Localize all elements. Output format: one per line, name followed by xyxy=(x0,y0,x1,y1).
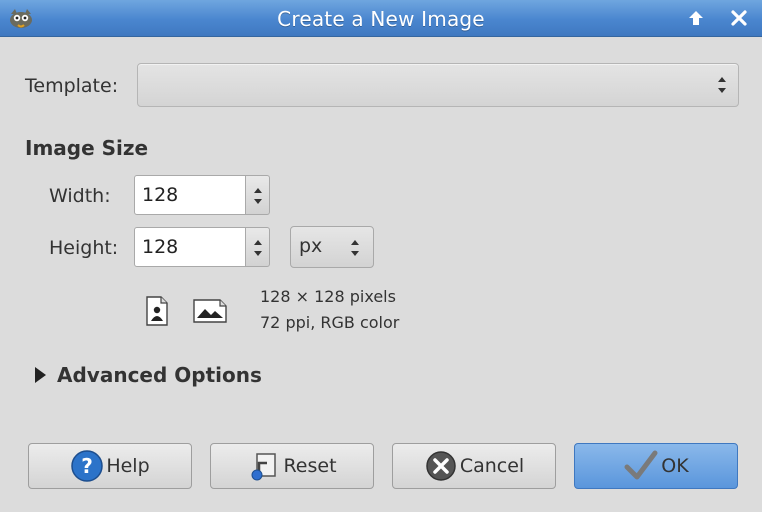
ok-button[interactable]: OK xyxy=(574,443,738,489)
window-title: Create a New Image xyxy=(277,7,485,31)
reset-icon xyxy=(251,453,277,481)
help-icon: ? xyxy=(71,450,104,482)
help-label: Help xyxy=(106,455,150,477)
height-label: Height: xyxy=(49,237,119,259)
width-label: Width: xyxy=(49,185,111,207)
width-spin-arrows[interactable] xyxy=(246,175,270,215)
checkmark-icon xyxy=(624,450,658,480)
reset-button[interactable]: Reset xyxy=(210,443,374,489)
title-bar[interactable]: Create a New Image xyxy=(0,0,762,37)
advanced-options-expander[interactable]: Advanced Options xyxy=(33,363,262,387)
expander-triangle-icon xyxy=(35,367,46,383)
spin-arrows-icon xyxy=(254,240,262,256)
width-input[interactable]: 128 xyxy=(134,175,246,215)
image-size-title: Image Size xyxy=(25,136,149,160)
cancel-button[interactable]: Cancel xyxy=(392,443,556,489)
height-input[interactable]: 128 xyxy=(134,227,246,267)
ok-label: OK xyxy=(661,455,689,477)
portrait-icon[interactable] xyxy=(145,296,169,330)
unit-value: px xyxy=(299,235,323,257)
help-button[interactable]: ? Help xyxy=(28,443,192,489)
image-resolution-info: 72 ppi, RGB color xyxy=(260,313,400,332)
advanced-options-label: Advanced Options xyxy=(57,363,262,387)
image-size-info: 128 × 128 pixels xyxy=(260,287,396,306)
landscape-icon[interactable] xyxy=(193,297,227,327)
unit-arrows-icon xyxy=(351,240,359,256)
cancel-label: Cancel xyxy=(459,455,525,477)
cancel-icon xyxy=(426,451,456,481)
unit-select[interactable]: px xyxy=(290,226,374,268)
svg-text:?: ? xyxy=(82,454,94,478)
spin-arrows-icon xyxy=(254,188,262,204)
reset-label: Reset xyxy=(283,455,337,477)
close-icon[interactable] xyxy=(727,6,751,30)
template-combo[interactable] xyxy=(137,63,739,107)
height-spin-arrows[interactable] xyxy=(246,227,270,267)
template-label: Template: xyxy=(25,75,119,97)
combo-arrows-icon xyxy=(718,77,726,93)
arrow-up-icon[interactable] xyxy=(684,6,708,30)
